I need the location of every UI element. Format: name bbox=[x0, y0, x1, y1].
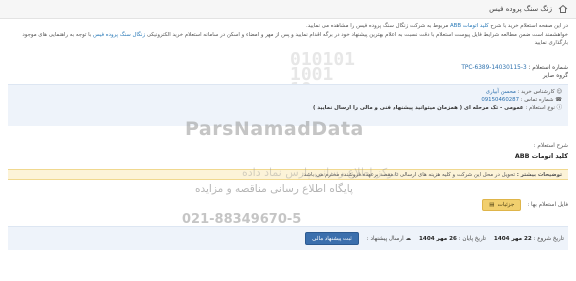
watermark-line2: پایگاه اطلاع رسانی مناقصه و مزایده bbox=[195, 183, 353, 195]
phone-icon: ☎ bbox=[555, 97, 562, 103]
start-label: تاریخ شروع : bbox=[533, 235, 564, 242]
inquiry-number-label: شماره استعلام : bbox=[528, 65, 568, 71]
intro-line2-end: بارگذاری نمایید bbox=[534, 40, 568, 46]
inquiry-card: شماره استعلام : TPC-6389-14030115-3 گروه… bbox=[8, 64, 568, 126]
buyer-label: کارشناس خرید : bbox=[517, 89, 555, 95]
upload-icon: ☁ bbox=[405, 235, 412, 242]
notice-bar: توضیحات بیشتر : تحویل در محل این شرکت و … bbox=[8, 169, 568, 180]
user-icon: ☺ bbox=[556, 89, 562, 95]
buyer-info-panel: ☺ کارشناس خرید : محسن آبیاری ☎ شماره تما… bbox=[8, 84, 568, 126]
files-row: فایل استعلام بها : جزئیات ▤ bbox=[8, 199, 568, 211]
home-icon[interactable] bbox=[557, 4, 568, 15]
top-bar: زنگ سنگ پروده فیس bbox=[0, 0, 576, 19]
buyer-company: گروه صایر bbox=[542, 73, 568, 79]
end-date-group: تاریخ پایان : 26 مهر 1404 bbox=[419, 236, 486, 242]
files-label: فایل استعلام بها : bbox=[527, 202, 568, 208]
type-row: ⓘ نوع استعلام : عمومی - تک مرحله ای ( هم… bbox=[8, 104, 562, 112]
info-icon: ⓘ bbox=[556, 105, 562, 111]
notice-text: تحویل در محل این شرکت و کلیه هزینه های ا… bbox=[301, 172, 515, 178]
file-icon: ▤ bbox=[489, 202, 495, 208]
end-date: 26 مهر 1404 bbox=[419, 235, 457, 242]
details-label: جزئیات bbox=[497, 202, 515, 208]
end-label: تاریخ پایان : bbox=[458, 235, 486, 242]
phone-row: ☎ شماره تماس : 09150460287 bbox=[8, 96, 562, 104]
submit-offer-button[interactable]: ثبت پیشنهاد مالی bbox=[305, 232, 359, 245]
intro-guide: با توجه به راهنمایی های موجود bbox=[22, 31, 92, 38]
intro-item-link[interactable]: کلید اتومات ABB bbox=[450, 23, 489, 29]
intro-line2-start: خواهشمند است ضمن مطالعه شرایط فایل پیوست… bbox=[146, 31, 568, 38]
intro-line1-start: در این صفحه استعلام خرید با شرح bbox=[490, 23, 568, 29]
description-item: کلید اتومات ABB bbox=[514, 152, 568, 160]
send-label: ارسال پیشنهاد : bbox=[366, 235, 404, 242]
description-label: شرح استعلام : bbox=[533, 143, 568, 149]
inquiry-number: TPC-6389-14030115-3 bbox=[461, 65, 527, 71]
buyer-row: ☺ کارشناس خرید : محسن آبیاری bbox=[8, 88, 562, 96]
phone-label: شماره تماس : bbox=[520, 97, 554, 103]
start-date: 22 مهر 1404 bbox=[493, 235, 532, 242]
inquiry-number-row: شماره استعلام : TPC-6389-14030115-3 bbox=[8, 64, 568, 72]
intro-company-link[interactable]: زنگال سنگ پروده فیس bbox=[93, 32, 145, 38]
details-button[interactable]: جزئیات ▤ bbox=[482, 199, 522, 211]
company-title: زنگ سنگ پروده فیس bbox=[489, 5, 552, 13]
intro-line1-end: مربوط به شرکت زنگال سنگ پروده فیس را مشا… bbox=[305, 23, 449, 29]
start-date-group: تاریخ شروع : 22 مهر 1404 bbox=[494, 236, 564, 242]
type-label: نوع استعلام : bbox=[525, 105, 555, 111]
watermark-phone: 021-88349670-5 bbox=[182, 212, 302, 227]
notice-label: توضیحات بیشتر : bbox=[516, 172, 562, 178]
send-group: ☁ ارسال پیشنهاد : bbox=[367, 236, 411, 242]
footer-bar: تاریخ شروع : 22 مهر 1404 تاریخ پایان : 2… bbox=[8, 226, 568, 250]
type-value: عمومی - تک مرحله ای ( همزمان میتوانید پی… bbox=[312, 105, 524, 111]
intro-text: در این صفحه استعلام خرید با شرح کلید اتو… bbox=[8, 22, 568, 48]
buyer-name: محسن آبیاری bbox=[485, 89, 516, 95]
phone-number: 09150460287 bbox=[481, 97, 520, 103]
